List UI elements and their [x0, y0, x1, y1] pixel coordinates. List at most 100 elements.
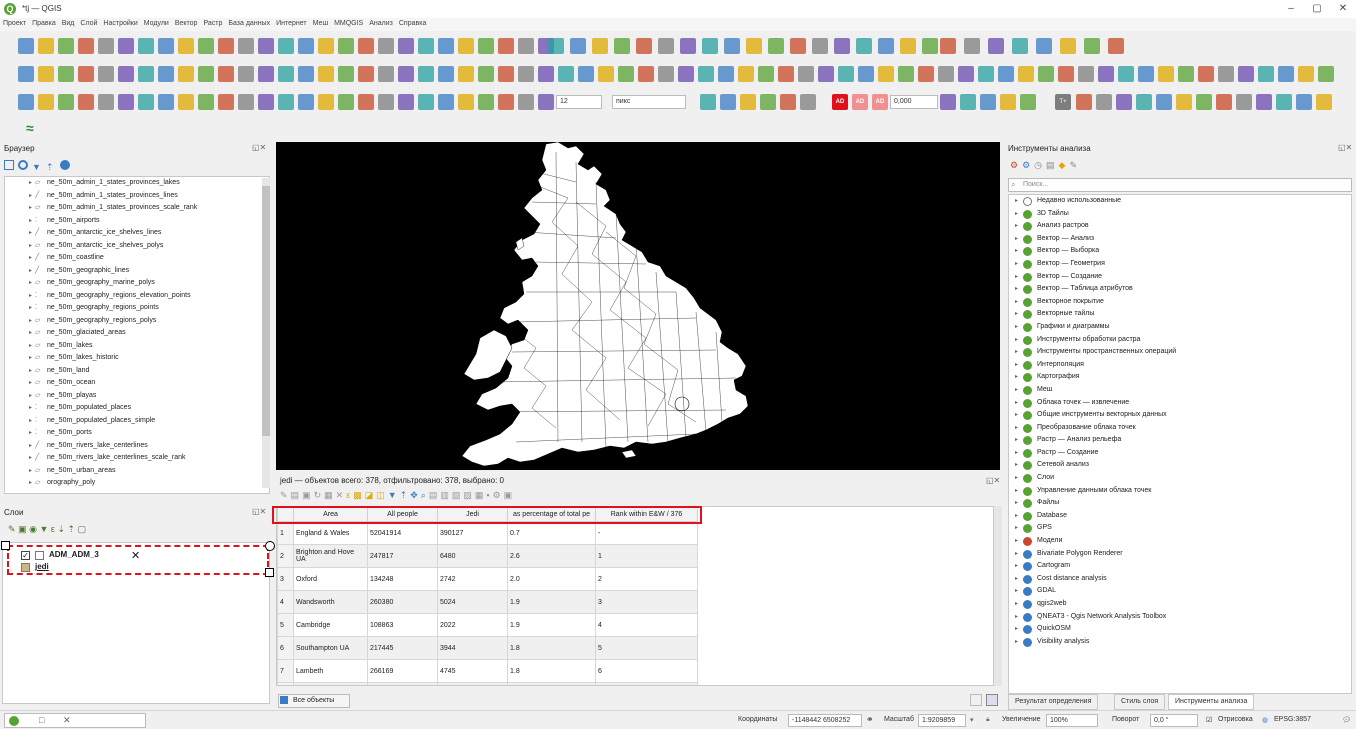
toolbar-tool-icon[interactable] [398, 94, 414, 110]
toolbar-tool-icon[interactable] [592, 38, 608, 54]
browser-item[interactable]: ▸ ⁚ ne_50m_airports [5, 215, 269, 228]
row-number-cell[interactable]: 4 [277, 590, 294, 614]
expand-arrow-icon[interactable]: ▸ [29, 390, 32, 403]
toolbar-tool-icon[interactable] [964, 38, 980, 54]
toolbox-item[interactable]: ▸ QuickOSM [1009, 623, 1351, 636]
toolbar-tool-icon[interactable] [922, 38, 938, 54]
handle-top-left[interactable] [1, 541, 10, 550]
toolbar-tool-icon[interactable] [702, 38, 718, 54]
table-row[interactable]: 1 England & Wales 52041914 390127 0.7- [277, 521, 698, 545]
toolbar-tool-icon[interactable] [724, 38, 740, 54]
toolbar-tool-icon[interactable] [800, 94, 816, 110]
toolbar-tool-icon[interactable] [118, 38, 134, 54]
toolbox-item[interactable]: ▸ Недавно использованные [1009, 195, 1351, 208]
toolbar-tool-icon[interactable] [812, 38, 828, 54]
toolbar-tool-icon[interactable] [1108, 38, 1124, 54]
toolbar-tool-icon[interactable] [218, 38, 234, 54]
toolbar-tool-icon[interactable] [1036, 38, 1052, 54]
toolbar-tool-icon[interactable] [1238, 66, 1254, 82]
zoom-field[interactable]: 100% [1046, 714, 1098, 727]
toolbar-tool-icon[interactable] [1076, 94, 1092, 110]
show-all-features-button[interactable]: Все объекты [278, 694, 350, 708]
toolbar-tool-icon[interactable] [38, 94, 54, 110]
toolbar-tool-icon[interactable] [740, 94, 756, 110]
toolbox-item[interactable]: ▸ Файлы [1009, 497, 1351, 510]
toolbar-tool-icon[interactable] [58, 38, 74, 54]
toolbox-item[interactable]: ▸ Сетевой анализ [1009, 459, 1351, 472]
toolbar-tool-icon[interactable] [940, 94, 956, 110]
expand-arrow-icon[interactable]: ▸ [1015, 472, 1018, 485]
toolbar-tool-icon[interactable] [158, 38, 174, 54]
table-row[interactable]: 4 Wandsworth 260380 5024 1.9 3 [277, 590, 698, 614]
row-number-cell[interactable]: 8 [277, 682, 294, 685]
expand-arrow-icon[interactable]: ▸ [1015, 611, 1018, 624]
handle-rotate[interactable] [265, 541, 275, 551]
expand-arrow-icon[interactable]: ▸ [29, 277, 32, 290]
toolbar-tool-icon[interactable] [1060, 38, 1076, 54]
render-checkbox-icon[interactable]: ☑ [1206, 716, 1212, 724]
form-view-icon[interactable] [970, 694, 982, 706]
toggle-edit-icon[interactable]: ✎ [280, 490, 291, 500]
results-icon[interactable]: ▤ [1046, 160, 1059, 170]
label-ad-muted2-icon[interactable]: AD [872, 94, 888, 110]
scale-dropdown-icon[interactable]: ▾ [970, 716, 974, 724]
toolbar-tool-icon[interactable] [338, 38, 354, 54]
expand-arrow-icon[interactable]: ▸ [29, 252, 32, 265]
toolbar-tool-icon[interactable] [1198, 66, 1214, 82]
toolbar-tool-icon[interactable] [938, 66, 954, 82]
toolbar-tool-icon[interactable] [538, 94, 554, 110]
toolbar-tool-icon[interactable] [1218, 66, 1234, 82]
row-number-cell[interactable]: 1 [277, 521, 294, 545]
toolbox-item[interactable]: ▸ Cartogram [1009, 560, 1351, 573]
crs-label[interactable]: EPSG:3857 [1274, 716, 1311, 723]
table-row[interactable]: 5 Cambridge 108863 2022 1.9 4 [277, 613, 698, 637]
deselect-icon[interactable]: ◫ [376, 490, 388, 500]
toolbar-tool-icon[interactable] [1156, 94, 1172, 110]
expand-arrow-icon[interactable]: ▸ [1015, 283, 1018, 296]
toolbar-tool-icon[interactable] [918, 66, 934, 82]
toolbar-tool-icon[interactable] [978, 66, 994, 82]
toolbar-tool-icon[interactable] [960, 94, 976, 110]
layer-name-jedi[interactable]: jedi [35, 562, 49, 571]
toolbar-tool-icon[interactable] [438, 94, 454, 110]
coords-field[interactable]: -1148442 6508252 [788, 714, 862, 727]
toolbar-tool-icon[interactable] [398, 66, 414, 82]
toolbox-item[interactable]: ▸ Общие инструменты векторных данных [1009, 409, 1351, 422]
browser-item[interactable]: ▸ ▱ ne_50m_geography_regions_polys [5, 315, 269, 328]
toolbar-tool-icon[interactable] [760, 94, 776, 110]
toolbar-tool-icon[interactable] [1216, 94, 1232, 110]
toolbox-search-input[interactable]: Поиск... [1008, 178, 1352, 192]
toolbar-tool-icon[interactable] [78, 94, 94, 110]
toolbar-tool-icon[interactable] [438, 38, 454, 54]
menu-mesh[interactable]: Меш [310, 18, 331, 27]
toolbar-tool-icon[interactable] [570, 38, 586, 54]
toolbar-tool-icon[interactable] [780, 94, 796, 110]
browser-item[interactable]: ▸ ▱ ne_50m_urban_areas [5, 465, 269, 478]
toolbar-tool-icon[interactable] [278, 94, 294, 110]
expand-arrow-icon[interactable]: ▸ [1015, 233, 1018, 246]
copy-icon[interactable]: ▤ [429, 490, 441, 500]
toolbar-tool-icon[interactable] [680, 38, 696, 54]
toolbar-tool-icon[interactable] [418, 66, 434, 82]
toolbar-tool-icon[interactable] [458, 38, 474, 54]
toolbar-tool-icon[interactable] [78, 38, 94, 54]
toolbar-tool-icon[interactable] [118, 66, 134, 82]
expand-arrow-icon[interactable]: ▸ [29, 215, 32, 228]
toolbar-tool-icon[interactable] [1196, 94, 1212, 110]
toolbar-tool-icon[interactable] [768, 38, 784, 54]
expand-arrow-icon[interactable]: ▸ [29, 302, 32, 315]
toolbar-tool-icon[interactable] [1136, 94, 1152, 110]
toolbox-item[interactable]: ▸ Растр — Анализ рельефа [1009, 434, 1351, 447]
row-number-cell[interactable]: 6 [277, 636, 294, 660]
toolbox-item[interactable]: ▸ Вектор — Выборка [1009, 245, 1351, 258]
toolbar-tool-icon[interactable] [258, 94, 274, 110]
toolbar-tool-icon[interactable] [158, 66, 174, 82]
table-row[interactable]: 3 Oxford 134248 2742 2.0 2 [277, 567, 698, 591]
expand-arrow-icon[interactable]: ▸ [29, 440, 32, 453]
dock-icon[interactable]: ▣ [504, 490, 516, 500]
expand-arrow-icon[interactable]: ▸ [29, 315, 32, 328]
menu-plugins[interactable]: Модули [141, 18, 172, 27]
toolbar-tool-icon[interactable] [138, 94, 154, 110]
actions-icon[interactable]: ⚙ [493, 490, 504, 500]
toolbar-tool-icon[interactable] [18, 94, 34, 110]
